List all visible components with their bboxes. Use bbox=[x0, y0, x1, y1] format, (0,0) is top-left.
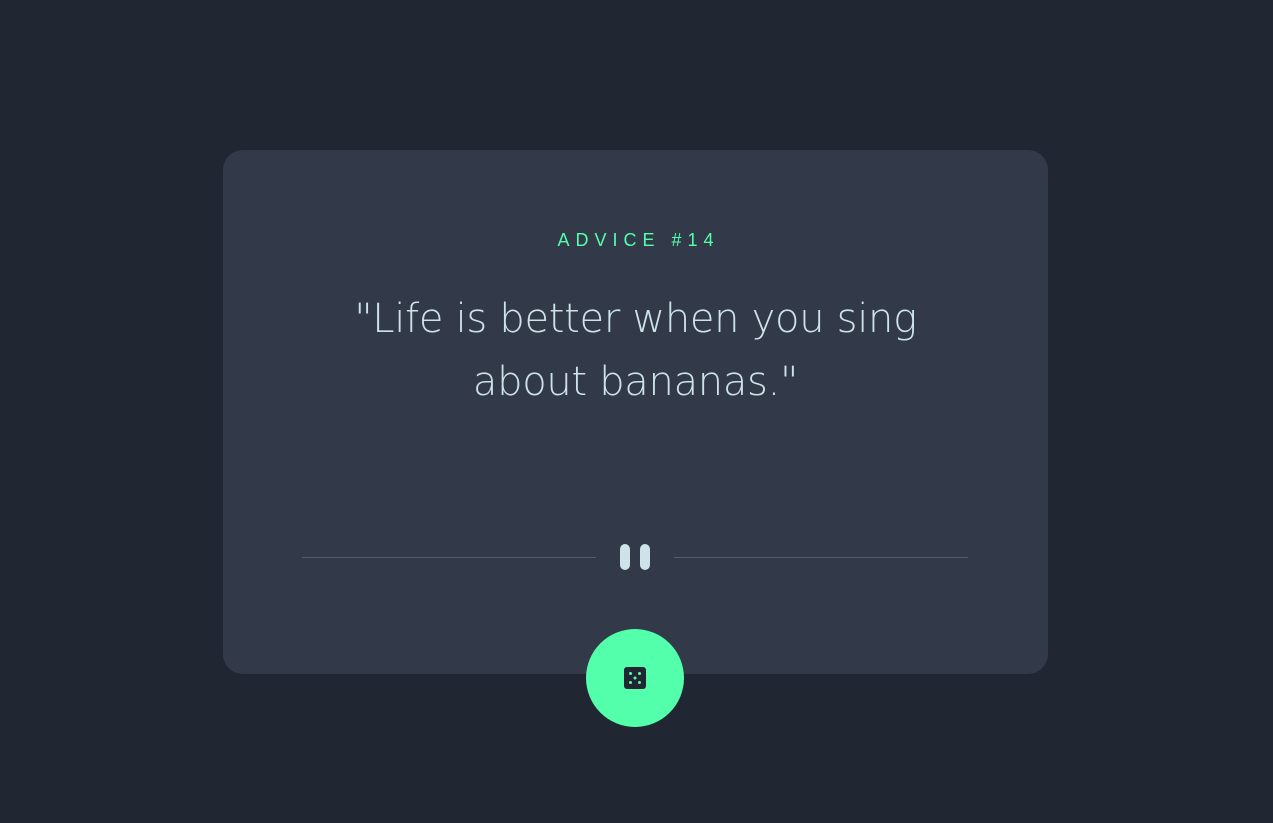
divider-line-left bbox=[302, 557, 596, 558]
pause-bar-right bbox=[640, 544, 650, 570]
advice-card: ADVICE #14 "Life is better when you sing… bbox=[223, 150, 1048, 674]
advice-quote: "Life is better when you sing about bana… bbox=[354, 296, 917, 405]
dice-icon bbox=[624, 667, 646, 689]
pattern-divider bbox=[302, 542, 968, 572]
new-advice-button[interactable] bbox=[586, 629, 684, 727]
divider-line-right bbox=[674, 557, 968, 558]
pause-bar-left bbox=[620, 544, 630, 570]
advice-id-label: ADVICE #14 bbox=[557, 230, 720, 250]
pause-icon bbox=[619, 544, 651, 570]
